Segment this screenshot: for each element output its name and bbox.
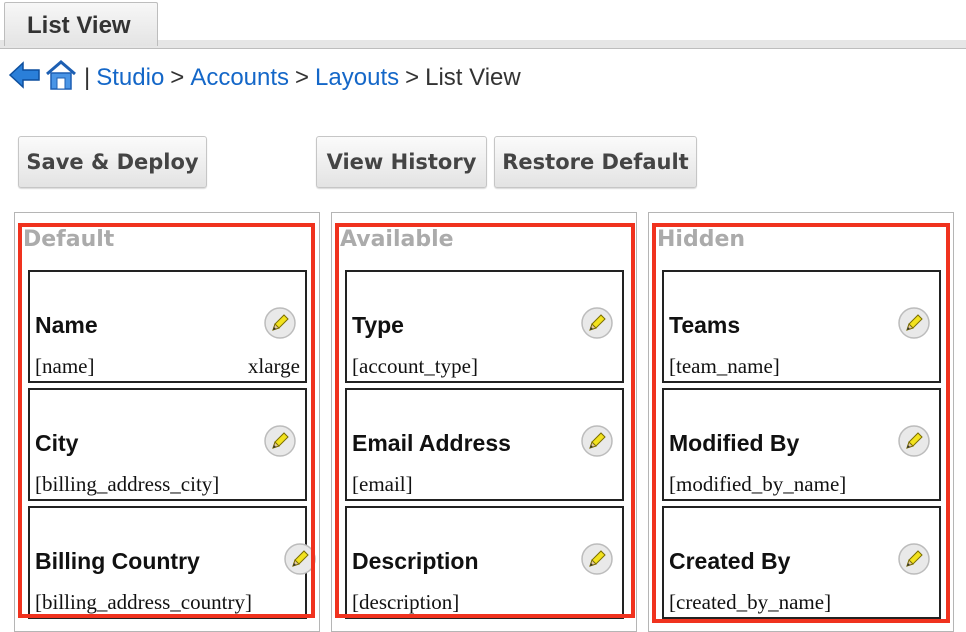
field-label: Created By (669, 548, 791, 574)
breadcrumb-current: List View (425, 64, 521, 91)
field-name: [email] (352, 472, 413, 496)
field-card-teams[interactable]: Teams [team_name] (662, 270, 941, 383)
field-name: [description] (352, 590, 460, 614)
save-deploy-button[interactable]: Save & Deploy (18, 136, 207, 188)
breadcrumb-layouts[interactable]: Layouts (315, 64, 399, 92)
field-label: Billing Country (35, 548, 200, 574)
column-title: Hidden (657, 227, 746, 252)
view-history-button[interactable]: View History (316, 136, 487, 188)
field-card-description[interactable]: Description [description] (345, 506, 624, 619)
breadcrumb: | Studio > Accounts > Layouts > List Vie… (8, 58, 521, 98)
field-card-modified-by[interactable]: Modified By [modified_by_name] (662, 388, 941, 501)
pencil-edit-icon[interactable] (263, 424, 297, 458)
field-card-email-address[interactable]: Email Address [email] (345, 388, 624, 501)
field-card-created-by[interactable]: Created By [created_by_name] (662, 506, 941, 619)
pencil-edit-icon[interactable] (897, 542, 931, 576)
field-label: Type (352, 312, 404, 338)
field-name: [modified_by_name] (669, 472, 847, 496)
column-hidden: Hidden Teams [team_name] Modified By [mo… (648, 212, 954, 632)
field-name: [billing_address_city] (35, 472, 220, 496)
field-name: [account_type] (352, 354, 478, 378)
back-arrow-icon[interactable] (8, 60, 42, 97)
pencil-edit-icon[interactable] (580, 424, 614, 458)
breadcrumb-accounts[interactable]: Accounts (190, 64, 289, 92)
column-available: Available Type [account_type] Email Addr… (331, 212, 637, 632)
breadcrumb-arrow: > (170, 64, 185, 91)
field-width: xlarge (247, 354, 300, 378)
field-name: [name] (35, 354, 95, 378)
breadcrumb-studio[interactable]: Studio (96, 64, 164, 92)
field-card-name[interactable]: Name [name] xlarge (28, 270, 307, 383)
field-label: City (35, 430, 79, 456)
field-label: Email Address (352, 430, 511, 456)
pencil-edit-icon[interactable] (263, 306, 297, 340)
field-card-billing-country[interactable]: Billing Country [billing_address_country… (28, 506, 316, 619)
field-name: [created_by_name] (669, 590, 832, 614)
pencil-edit-icon[interactable] (580, 306, 614, 340)
column-title: Default (23, 227, 115, 252)
pencil-edit-icon[interactable] (897, 424, 931, 458)
pencil-edit-icon[interactable] (580, 542, 614, 576)
tab-list-view[interactable]: List View (4, 2, 158, 46)
column-title: Available (340, 227, 454, 252)
field-name: [billing_address_country] (35, 590, 252, 614)
pencil-edit-icon[interactable] (283, 542, 317, 576)
column-default: Default Name [name] xlarge City [billing… (14, 212, 320, 632)
field-name: [team_name] (669, 354, 780, 378)
home-icon[interactable] (44, 59, 78, 98)
restore-default-button[interactable]: Restore Default (494, 136, 697, 188)
field-card-type[interactable]: Type [account_type] (345, 270, 624, 383)
field-card-city[interactable]: City [billing_address_city] (28, 388, 307, 501)
breadcrumb-separator: | (84, 64, 91, 91)
field-label: Name (35, 312, 98, 338)
tab-strip: List View (0, 0, 966, 49)
field-label: Teams (669, 312, 741, 338)
field-label: Modified By (669, 430, 800, 456)
breadcrumb-arrow: > (405, 64, 420, 91)
pencil-edit-icon[interactable] (897, 306, 931, 340)
field-label: Description (352, 548, 479, 574)
breadcrumb-arrow: > (295, 64, 310, 91)
